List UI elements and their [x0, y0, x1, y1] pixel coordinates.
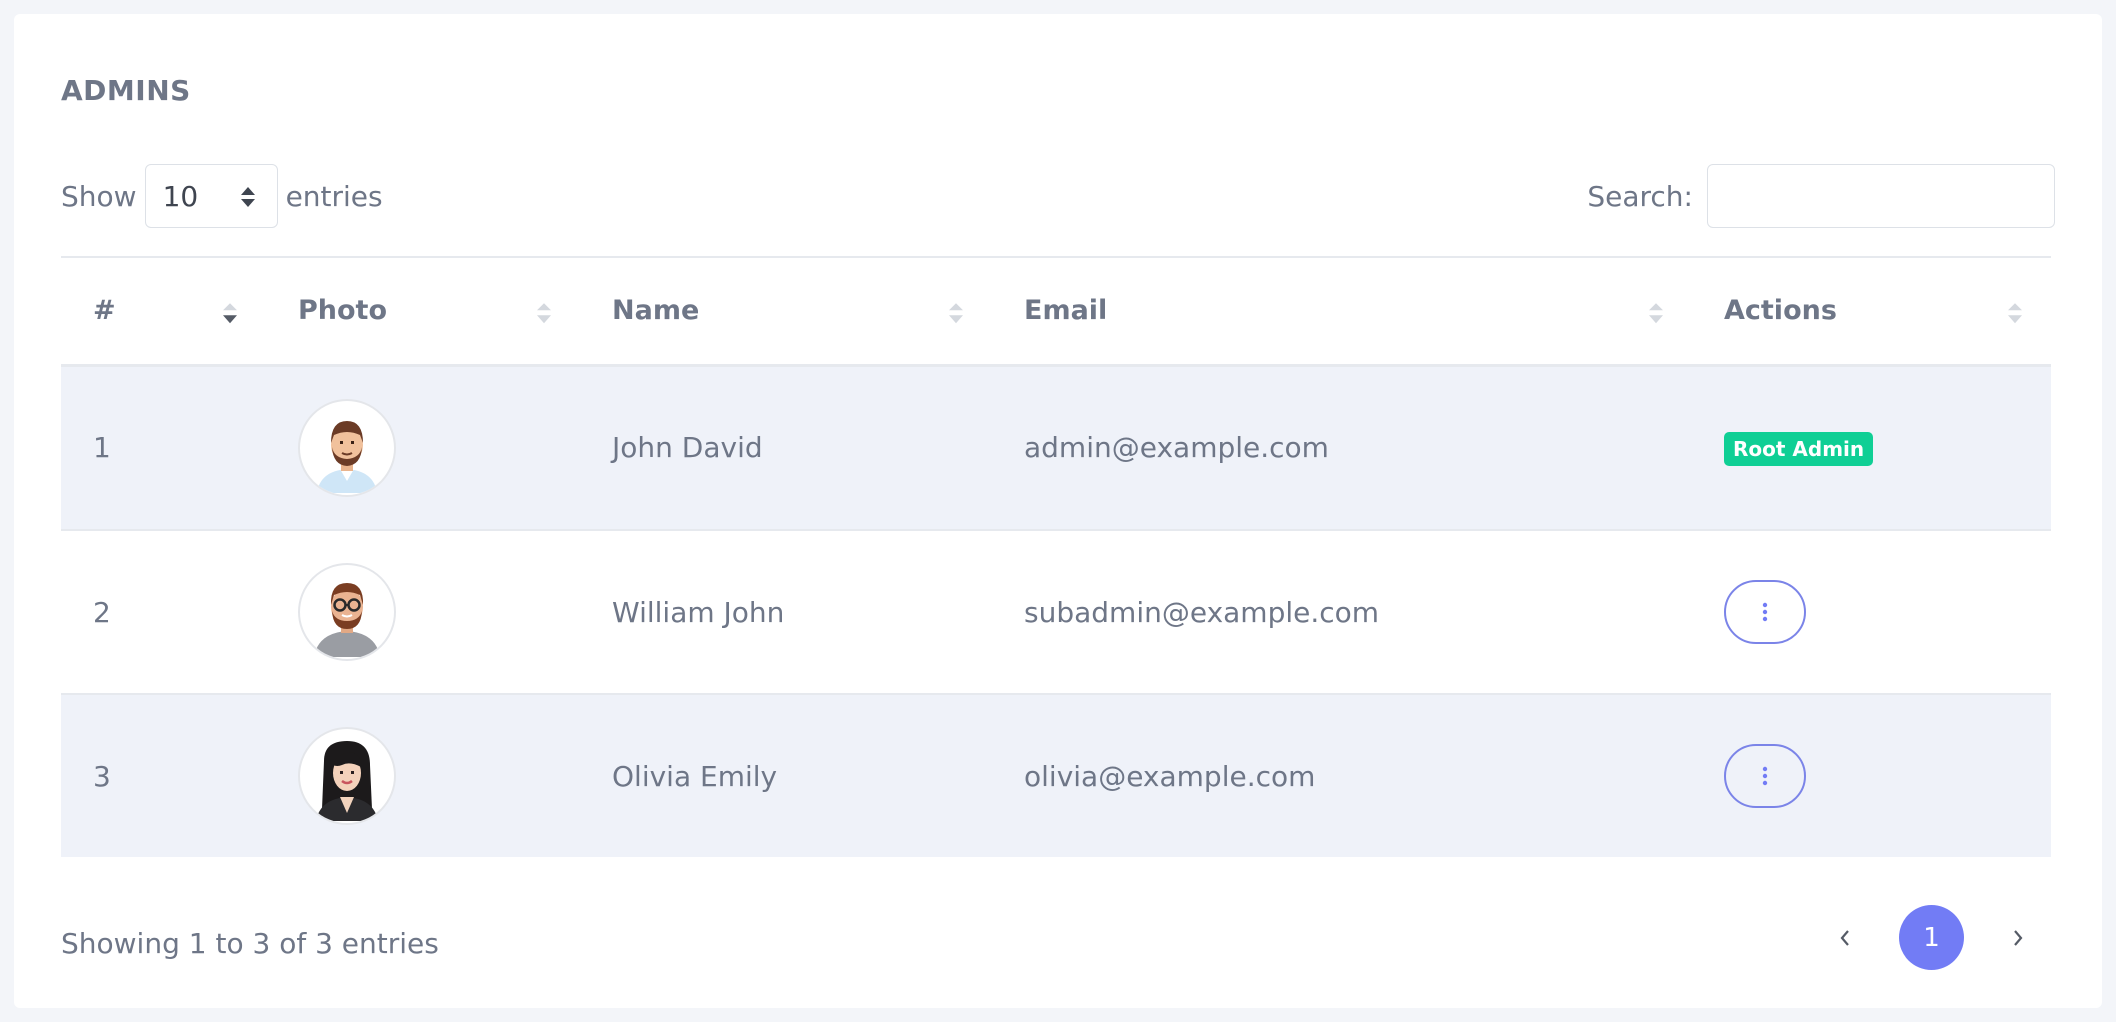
row-name: Olivia Emily — [612, 759, 778, 793]
row-actions-button[interactable] — [1724, 744, 1806, 808]
column-header-index[interactable]: # — [61, 257, 266, 365]
entries-select[interactable]: 10 — [144, 164, 278, 228]
man-glasses-icon — [298, 563, 396, 661]
entries-length-control: Show 10 entries — [61, 164, 383, 228]
select-arrows-icon — [240, 187, 255, 207]
sort-icon — [1649, 302, 1663, 323]
more-vertical-icon — [1762, 766, 1768, 786]
table-row: 3 Olivia Emily olivia@example.com — [61, 694, 2051, 857]
sort-desc-icon — [223, 302, 237, 323]
sort-icon — [2008, 302, 2022, 323]
card-title: ADMINS — [61, 74, 191, 107]
sort-icon — [537, 302, 551, 323]
sort-icon — [949, 302, 963, 323]
woman-icon — [298, 727, 396, 825]
table-row: 1 John David admin@example.com Root Admi… — [61, 365, 2051, 530]
column-header-label: Actions — [1724, 295, 1837, 327]
root-admin-badge: Root Admin — [1724, 431, 1874, 466]
row-email: subadmin@example.com — [1024, 595, 1380, 629]
row-email: admin@example.com — [1024, 431, 1329, 465]
page-button-current[interactable]: 1 — [1899, 905, 1964, 970]
table-row: 2 William John subadmin@example.com — [61, 530, 2051, 694]
row-index: 3 — [93, 759, 111, 793]
admins-card: ADMINS Show 10 entries Search: # Photo N… — [14, 14, 2102, 1008]
chevron-right-icon — [2014, 929, 2023, 946]
man-beard-icon — [298, 398, 396, 497]
entries-label: entries — [285, 179, 383, 213]
row-actions-button[interactable] — [1724, 580, 1806, 644]
search-input[interactable] — [1707, 164, 2055, 228]
search-filter: Search: — [1587, 164, 2055, 228]
more-vertical-icon — [1762, 602, 1768, 622]
show-label: Show — [61, 179, 137, 213]
column-header-actions[interactable]: Actions — [1692, 257, 2051, 365]
admins-table: # Photo Name Email Actions 1 John David … — [61, 256, 2051, 857]
column-header-photo[interactable]: Photo — [266, 257, 580, 365]
row-email: olivia@example.com — [1024, 759, 1316, 793]
entries-select-value: 10 — [162, 179, 199, 213]
row-name: William John — [612, 595, 785, 629]
chevron-left-icon — [1840, 929, 1849, 946]
column-header-label: Name — [612, 295, 700, 327]
search-label: Search: — [1587, 179, 1693, 213]
previous-page-button[interactable] — [1827, 920, 1863, 956]
next-page-button[interactable] — [2000, 920, 2036, 956]
column-header-label: # — [93, 295, 116, 327]
column-header-label: Photo — [298, 295, 388, 327]
column-header-email[interactable]: Email — [992, 257, 1692, 365]
row-name: John David — [612, 431, 763, 465]
column-header-label: Email — [1024, 295, 1108, 327]
table-header-row: # Photo Name Email Actions — [61, 257, 2051, 365]
pagination: 1 — [1827, 905, 2036, 970]
row-index: 2 — [93, 595, 111, 629]
column-header-name[interactable]: Name — [580, 257, 992, 365]
table-info: Showing 1 to 3 of 3 entries — [61, 927, 439, 960]
row-index: 1 — [93, 431, 111, 465]
